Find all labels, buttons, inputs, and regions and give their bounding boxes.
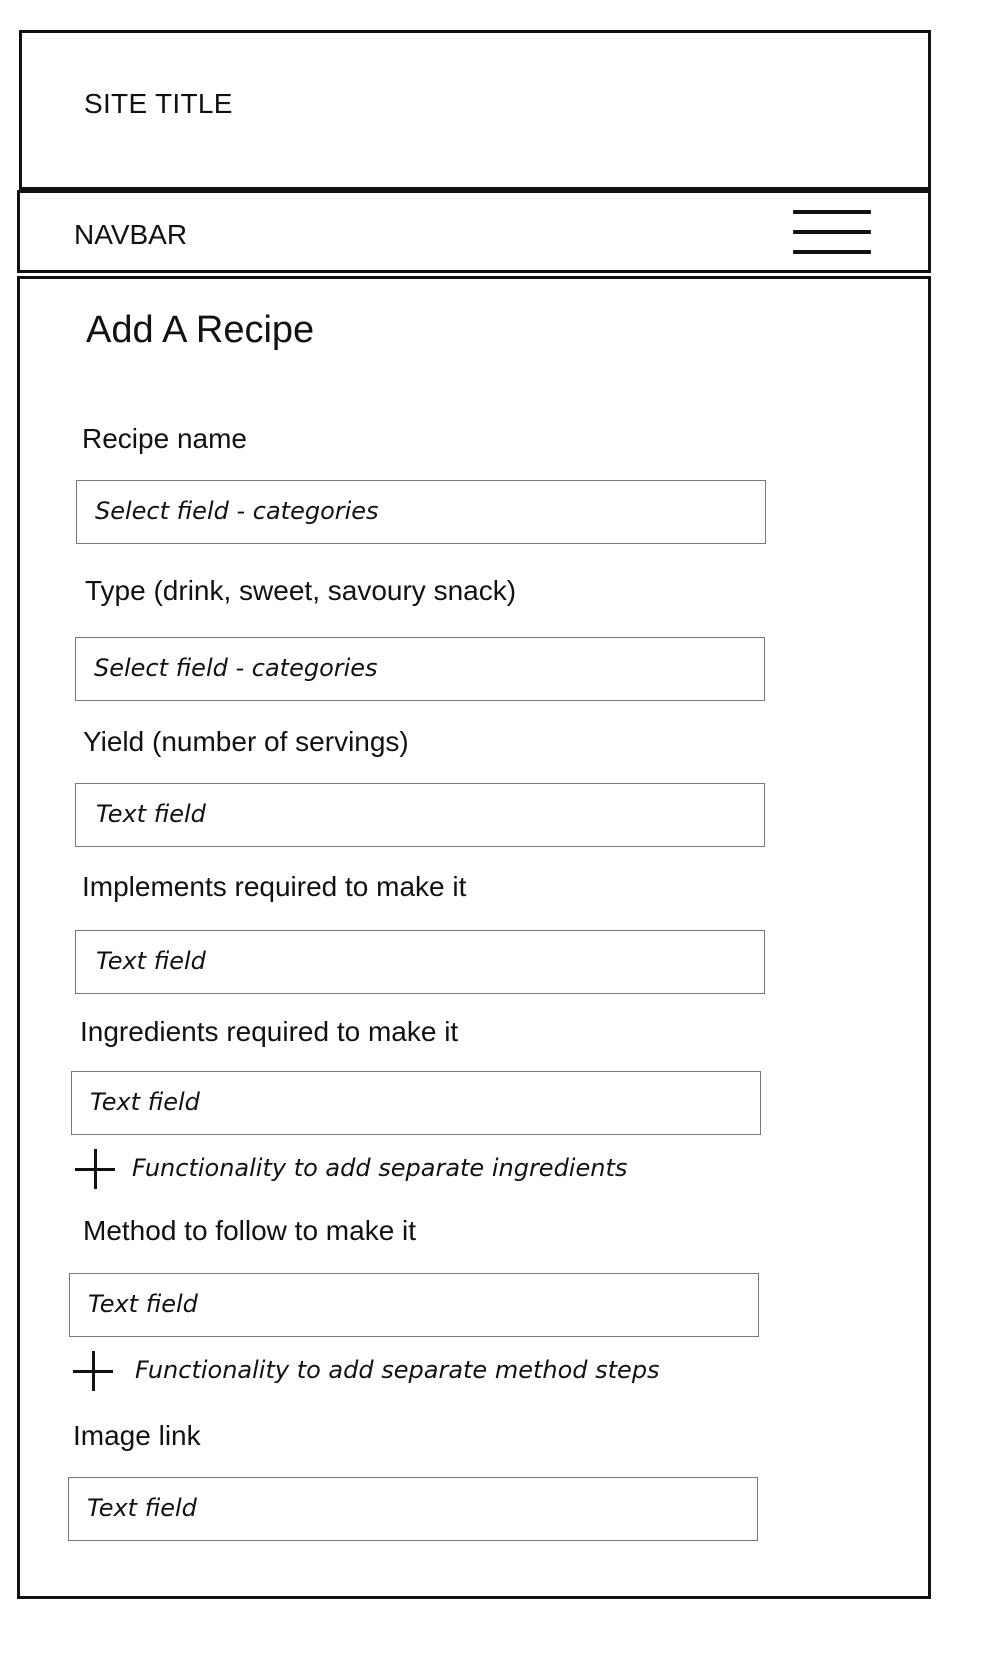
recipe-name-label: Recipe name bbox=[82, 423, 247, 454]
plus-icon bbox=[75, 1149, 115, 1189]
hamburger-bar bbox=[793, 250, 871, 254]
add-ingredient-label: Functionality to add separate ingredient… bbox=[132, 1154, 628, 1182]
implements-label: Implements required to make it bbox=[82, 871, 467, 902]
image-link-label: Image link bbox=[73, 1420, 201, 1451]
navbar: NAVBAR bbox=[17, 190, 931, 273]
site-title: SITE TITLE bbox=[84, 88, 233, 119]
ingredients-field[interactable]: Text field bbox=[71, 1071, 761, 1135]
plus-icon bbox=[73, 1351, 113, 1391]
site-header: SITE TITLE bbox=[19, 30, 931, 190]
add-method-step-button[interactable]: Functionality to add separate method ste… bbox=[73, 1351, 673, 1391]
method-field[interactable]: Text field bbox=[69, 1273, 759, 1337]
add-ingredient-button[interactable]: Functionality to add separate ingredient… bbox=[75, 1149, 635, 1189]
implements-field[interactable]: Text field bbox=[75, 930, 765, 994]
navbar-label: NAVBAR bbox=[74, 219, 188, 250]
add-method-step-label: Functionality to add separate method ste… bbox=[135, 1356, 660, 1384]
page-title: Add A Recipe bbox=[86, 309, 315, 351]
type-select[interactable]: Select field - categories bbox=[75, 637, 765, 701]
yield-field[interactable]: Text field bbox=[75, 783, 765, 847]
hamburger-menu-icon[interactable] bbox=[793, 208, 871, 256]
type-label: Type (drink, sweet, savoury snack) bbox=[85, 575, 517, 606]
hamburger-bar bbox=[793, 210, 871, 214]
recipe-name-select[interactable]: Select field - categories bbox=[76, 480, 766, 544]
add-recipe-form: Add A Recipe Recipe name Select field - … bbox=[17, 276, 931, 1599]
yield-label: Yield (number of servings) bbox=[83, 726, 409, 757]
image-link-field[interactable]: Text field bbox=[68, 1477, 758, 1541]
hamburger-bar bbox=[793, 230, 871, 234]
ingredients-label: Ingredients required to make it bbox=[80, 1016, 459, 1047]
method-label: Method to follow to make it bbox=[83, 1215, 417, 1246]
